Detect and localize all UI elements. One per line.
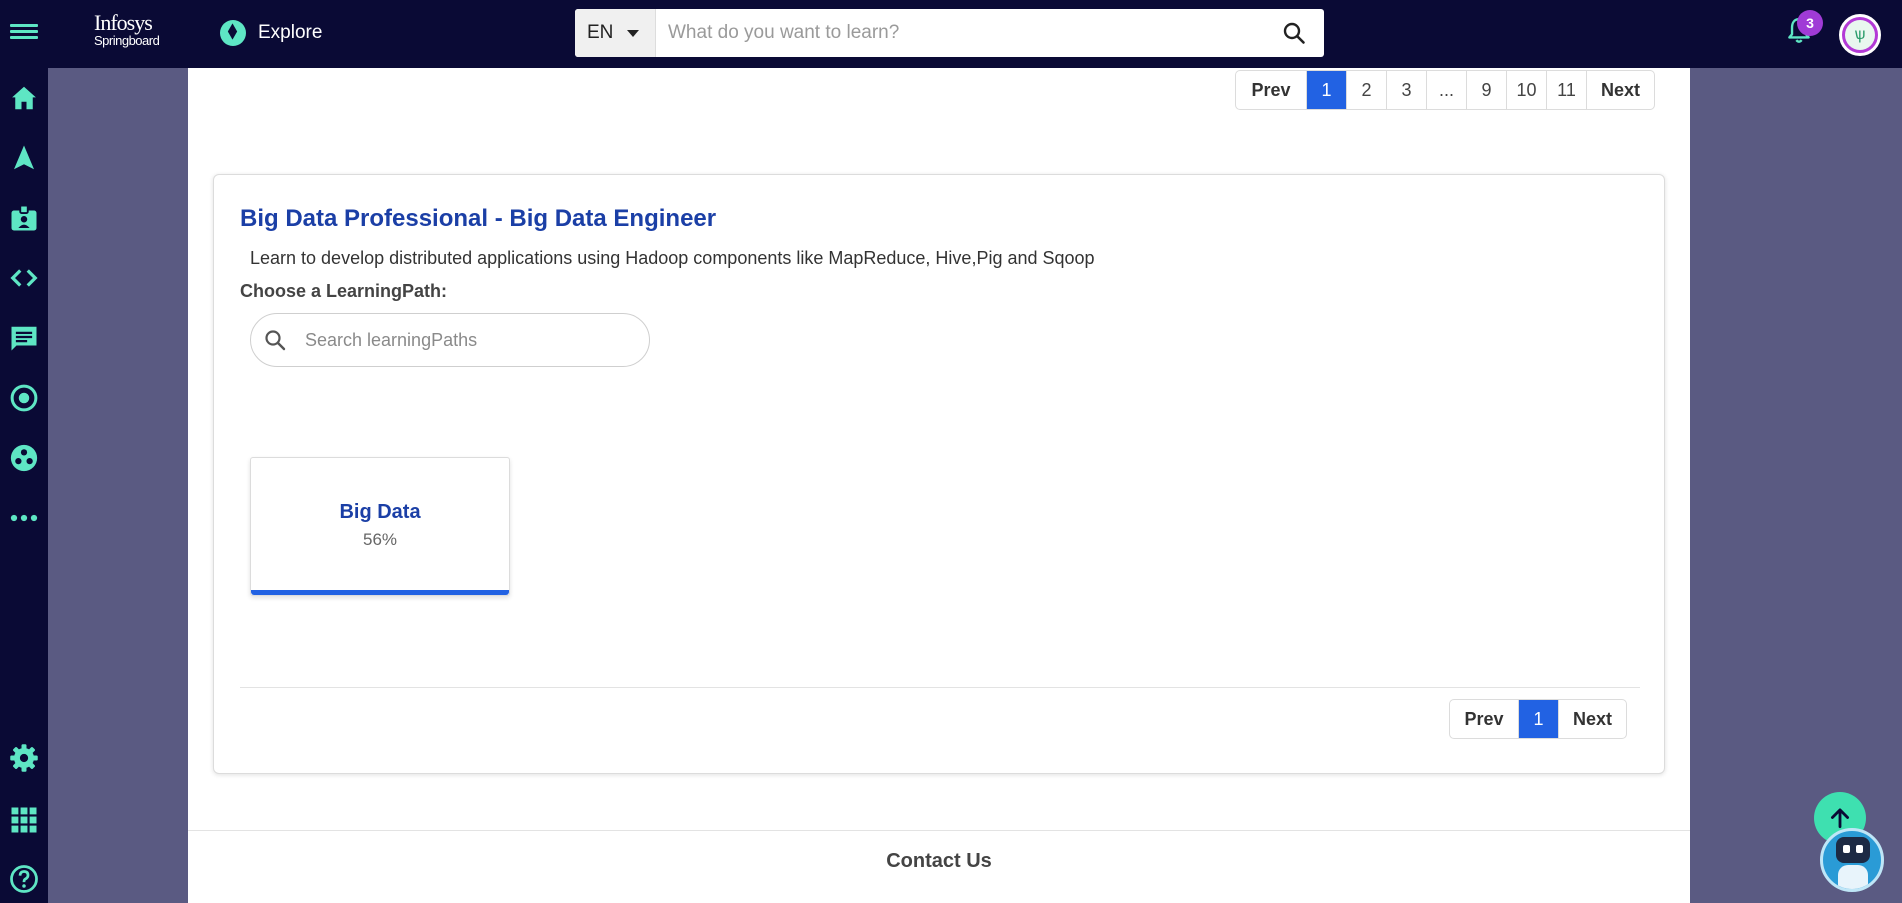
footer-divider xyxy=(188,830,1690,831)
chatbot-head xyxy=(1836,837,1870,863)
community-icon[interactable] xyxy=(7,441,41,475)
card-prev-button[interactable]: Prev xyxy=(1450,700,1518,738)
program-title[interactable]: Big Data Professional - Big Data Enginee… xyxy=(240,205,716,233)
learningpath-search xyxy=(250,313,650,367)
left-sidebar xyxy=(0,68,48,903)
search-icon xyxy=(263,328,291,352)
notification-count-badge[interactable]: 3 xyxy=(1797,10,1823,36)
top-bar: Infosys Springboard Explore EN 3 ѱ xyxy=(0,0,1902,68)
program-card: Big Data Professional - Big Data Enginee… xyxy=(213,174,1665,774)
compass-icon xyxy=(220,20,246,46)
explore-label: Explore xyxy=(258,22,323,43)
page-1-button[interactable]: 1 xyxy=(1306,71,1346,109)
chatbot-eye-left xyxy=(1843,845,1850,853)
page-2-button[interactable]: 2 xyxy=(1346,71,1386,109)
chatbot-body xyxy=(1838,865,1868,889)
learningpath-name: Big Data xyxy=(339,501,421,523)
top-pagination: Prev 1 2 3 ... 9 10 11 Next xyxy=(1235,70,1655,110)
code-icon[interactable] xyxy=(7,261,41,295)
search-button[interactable] xyxy=(1264,9,1324,57)
logo-text-infosys: Infosys xyxy=(94,10,153,35)
navigate-icon[interactable] xyxy=(7,141,41,175)
help-icon[interactable] xyxy=(7,862,41,896)
more-icon[interactable] xyxy=(7,501,41,535)
contact-us-link[interactable]: Contact Us xyxy=(188,850,1690,873)
chat-icon[interactable] xyxy=(7,321,41,355)
page-ellipsis: ... xyxy=(1426,71,1466,109)
page-9-button[interactable]: 9 xyxy=(1466,71,1506,109)
apps-grid-icon[interactable] xyxy=(7,803,41,837)
search-input[interactable] xyxy=(656,9,1264,57)
learningpath-progress-bar xyxy=(251,590,509,595)
card-page-1-button[interactable]: 1 xyxy=(1518,700,1558,738)
card-divider xyxy=(240,687,1640,688)
infosys-springboard-logo[interactable]: Infosys Springboard xyxy=(94,10,160,48)
avatar-image: ѱ xyxy=(1845,20,1875,50)
learningpath-tile[interactable]: Big Data 56% xyxy=(250,457,510,596)
explore-link[interactable]: Explore xyxy=(220,20,322,46)
hamburger-menu-icon[interactable] xyxy=(10,21,38,45)
home-icon[interactable] xyxy=(7,81,41,115)
learningpath-progress-label: 56% xyxy=(362,530,398,549)
page-3-button[interactable]: 3 xyxy=(1386,71,1426,109)
program-description: Learn to develop distributed application… xyxy=(250,248,1095,268)
caret-down-icon xyxy=(627,29,640,37)
language-value: EN xyxy=(587,22,614,43)
chatbot-icon[interactable] xyxy=(1820,828,1884,892)
id-card-icon[interactable] xyxy=(7,201,41,235)
next-page-button[interactable]: Next xyxy=(1586,71,1654,109)
prev-page-button[interactable]: Prev xyxy=(1236,71,1306,109)
logo-text-springboard: Springboard xyxy=(94,33,160,48)
learningpath-search-input[interactable] xyxy=(305,329,625,351)
choose-learningpath-label: Choose a LearningPath: xyxy=(240,281,448,301)
search-icon xyxy=(1283,22,1305,44)
target-icon[interactable] xyxy=(7,381,41,415)
page-11-button[interactable]: 11 xyxy=(1546,71,1586,109)
chatbot-eye-right xyxy=(1856,845,1863,853)
settings-icon[interactable] xyxy=(7,741,41,775)
card-pagination: Prev 1 Next xyxy=(1449,699,1627,739)
user-avatar[interactable]: ѱ xyxy=(1839,14,1881,56)
global-search: EN xyxy=(575,9,1324,57)
page-10-button[interactable]: 10 xyxy=(1506,71,1546,109)
language-select[interactable]: EN xyxy=(575,9,656,57)
card-next-button[interactable]: Next xyxy=(1558,700,1626,738)
